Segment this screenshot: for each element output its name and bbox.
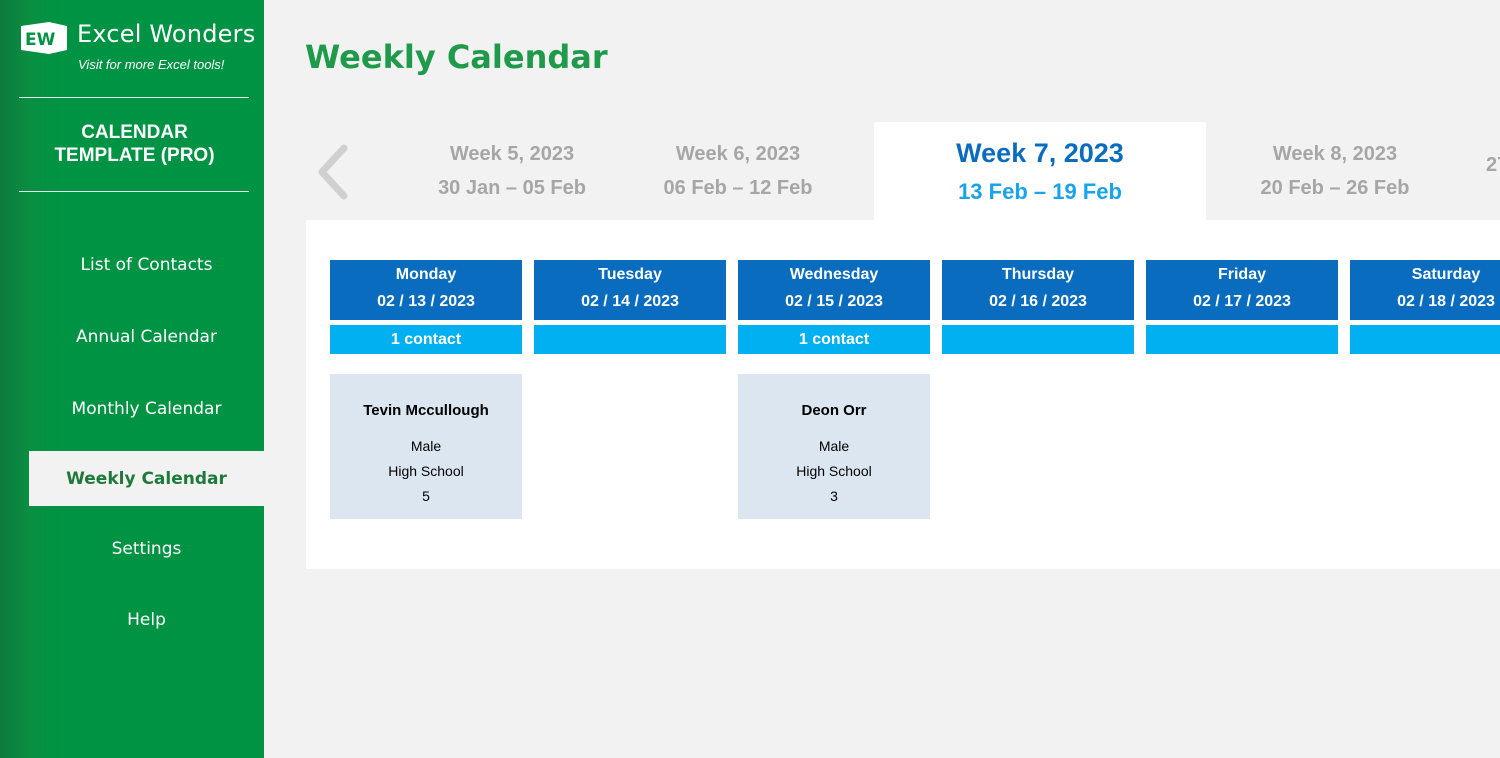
- contact-count: 1 contact: [738, 325, 930, 354]
- contact-count: [942, 325, 1134, 354]
- day-header[interactable]: Thursday 02 / 16 / 2023: [942, 260, 1134, 320]
- sidebar-divider: [19, 191, 249, 192]
- week-tab-9-partial[interactable]: 27: [1486, 143, 1500, 177]
- sidebar-item-label: Weekly Calendar: [66, 468, 227, 489]
- week-range: 06 Feb – 12 Feb: [663, 177, 813, 199]
- day-header[interactable]: Friday 02 / 17 / 2023: [1146, 260, 1338, 320]
- contact-count: [1146, 325, 1338, 354]
- contact-count: [1350, 325, 1500, 354]
- sidebar-item-settings[interactable]: Settings: [29, 521, 264, 576]
- template-title: CALENDAR TEMPLATE (PRO): [0, 121, 269, 167]
- day-header[interactable]: Tuesday 02 / 14 / 2023: [534, 260, 726, 320]
- contact-gender: Male: [410, 438, 442, 454]
- contact-education: High School: [388, 463, 464, 479]
- day-column-thursday: Thursday 02 / 16 / 2023: [942, 260, 1134, 354]
- day-header[interactable]: Saturday 02 / 18 / 2023: [1350, 260, 1500, 320]
- contact-value: 5: [422, 488, 430, 504]
- day-date: 02 / 16 / 2023: [989, 293, 1087, 310]
- day-header[interactable]: Wednesday 02 / 15 / 2023: [738, 260, 930, 320]
- page-title: Weekly Calendar: [305, 38, 608, 76]
- day-date: 02 / 17 / 2023: [1193, 293, 1291, 310]
- brand[interactable]: EW Excel Wonders Visit for more Excel to…: [19, 18, 259, 78]
- contact-value: 3: [830, 488, 838, 504]
- sidebar-item-help[interactable]: Help: [29, 592, 264, 647]
- week-label: Week 7, 2023: [956, 138, 1124, 168]
- brand-name: Excel Wonders: [77, 20, 256, 48]
- day-name: Wednesday: [789, 266, 879, 283]
- week-label: Week 5, 2023: [449, 143, 575, 165]
- sidebar-item-label: Settings: [111, 538, 182, 559]
- day-column-friday: Friday 02 / 17 / 2023: [1146, 260, 1338, 354]
- sidebar-item-label: Monthly Calendar: [71, 398, 222, 419]
- sidebar-divider: [19, 97, 249, 98]
- day-header[interactable]: Monday 02 / 13 / 2023: [330, 260, 522, 320]
- sidebar-item-annual-calendar[interactable]: Annual Calendar: [29, 309, 264, 364]
- sidebar-item-label: Annual Calendar: [76, 326, 217, 347]
- contact-card[interactable]: Deon Orr Male High School 3: [738, 374, 930, 519]
- day-date: 02 / 18 / 2023: [1397, 293, 1495, 310]
- day-date: 02 / 13 / 2023: [377, 293, 475, 310]
- contact-name: Tevin Mccullough: [363, 402, 489, 419]
- sidebar-item-label: List of Contacts: [80, 254, 213, 275]
- contact-education: High School: [796, 463, 872, 479]
- day-column-saturday: Saturday 02 / 18 / 2023: [1350, 260, 1500, 354]
- day-name: Saturday: [1411, 266, 1481, 283]
- week-range: 27: [1486, 154, 1500, 176]
- week-tab-6[interactable]: Week 6, 2023 06 Feb – 12 Feb: [638, 143, 838, 200]
- day-date: 02 / 14 / 2023: [581, 293, 679, 310]
- sidebar-item-monthly-calendar[interactable]: Monthly Calendar: [29, 381, 264, 436]
- template-title-line1: CALENDAR: [81, 122, 188, 143]
- sidebar-item-label: Help: [127, 609, 166, 630]
- week-range: 13 Feb – 19 Feb: [958, 179, 1122, 204]
- day-name: Monday: [395, 266, 457, 283]
- previous-week-arrow-icon[interactable]: [314, 144, 354, 200]
- week-tab-5[interactable]: Week 5, 2023 30 Jan – 05 Feb: [412, 143, 612, 200]
- sidebar: EW Excel Wonders Visit for more Excel to…: [0, 0, 264, 758]
- contact-gender: Male: [818, 438, 850, 454]
- week-tab-7-selected[interactable]: Week 7, 2023 13 Feb – 19 Feb: [874, 122, 1206, 222]
- sidebar-item-list-of-contacts[interactable]: List of Contacts: [29, 237, 264, 292]
- contact-count: [534, 325, 726, 354]
- week-label: Week 6, 2023: [675, 143, 801, 165]
- excel-wonders-logo-icon: EW: [21, 22, 67, 54]
- contact-count: 1 contact: [330, 325, 522, 354]
- week-tab-8[interactable]: Week 8, 2023 20 Feb – 26 Feb: [1235, 143, 1435, 200]
- week-label: Week 8, 2023: [1272, 143, 1398, 165]
- template-title-line2: TEMPLATE (PRO): [54, 145, 215, 166]
- day-name: Thursday: [1001, 266, 1074, 283]
- brand-tagline[interactable]: Visit for more Excel tools!: [78, 57, 224, 72]
- day-column-wednesday: Wednesday 02 / 15 / 2023 1 contact Deon …: [738, 260, 930, 519]
- day-name: Friday: [1217, 266, 1266, 283]
- sidebar-item-weekly-calendar[interactable]: Weekly Calendar: [29, 451, 264, 506]
- day-name: Tuesday: [598, 266, 662, 283]
- day-column-monday: Monday 02 / 13 / 2023 1 contact Tevin Mc…: [330, 260, 522, 519]
- week-range: 20 Feb – 26 Feb: [1260, 177, 1410, 199]
- contact-card[interactable]: Tevin Mccullough Male High School 5: [330, 374, 522, 519]
- day-column-inner: Saturday 02 / 18 / 2023: [1350, 260, 1500, 354]
- week-range: 30 Jan – 05 Feb: [438, 177, 586, 199]
- contact-name: Deon Orr: [801, 402, 867, 419]
- day-date: 02 / 15 / 2023: [785, 293, 883, 310]
- day-column-tuesday: Tuesday 02 / 14 / 2023: [534, 260, 726, 354]
- svg-text:EW: EW: [25, 30, 56, 50]
